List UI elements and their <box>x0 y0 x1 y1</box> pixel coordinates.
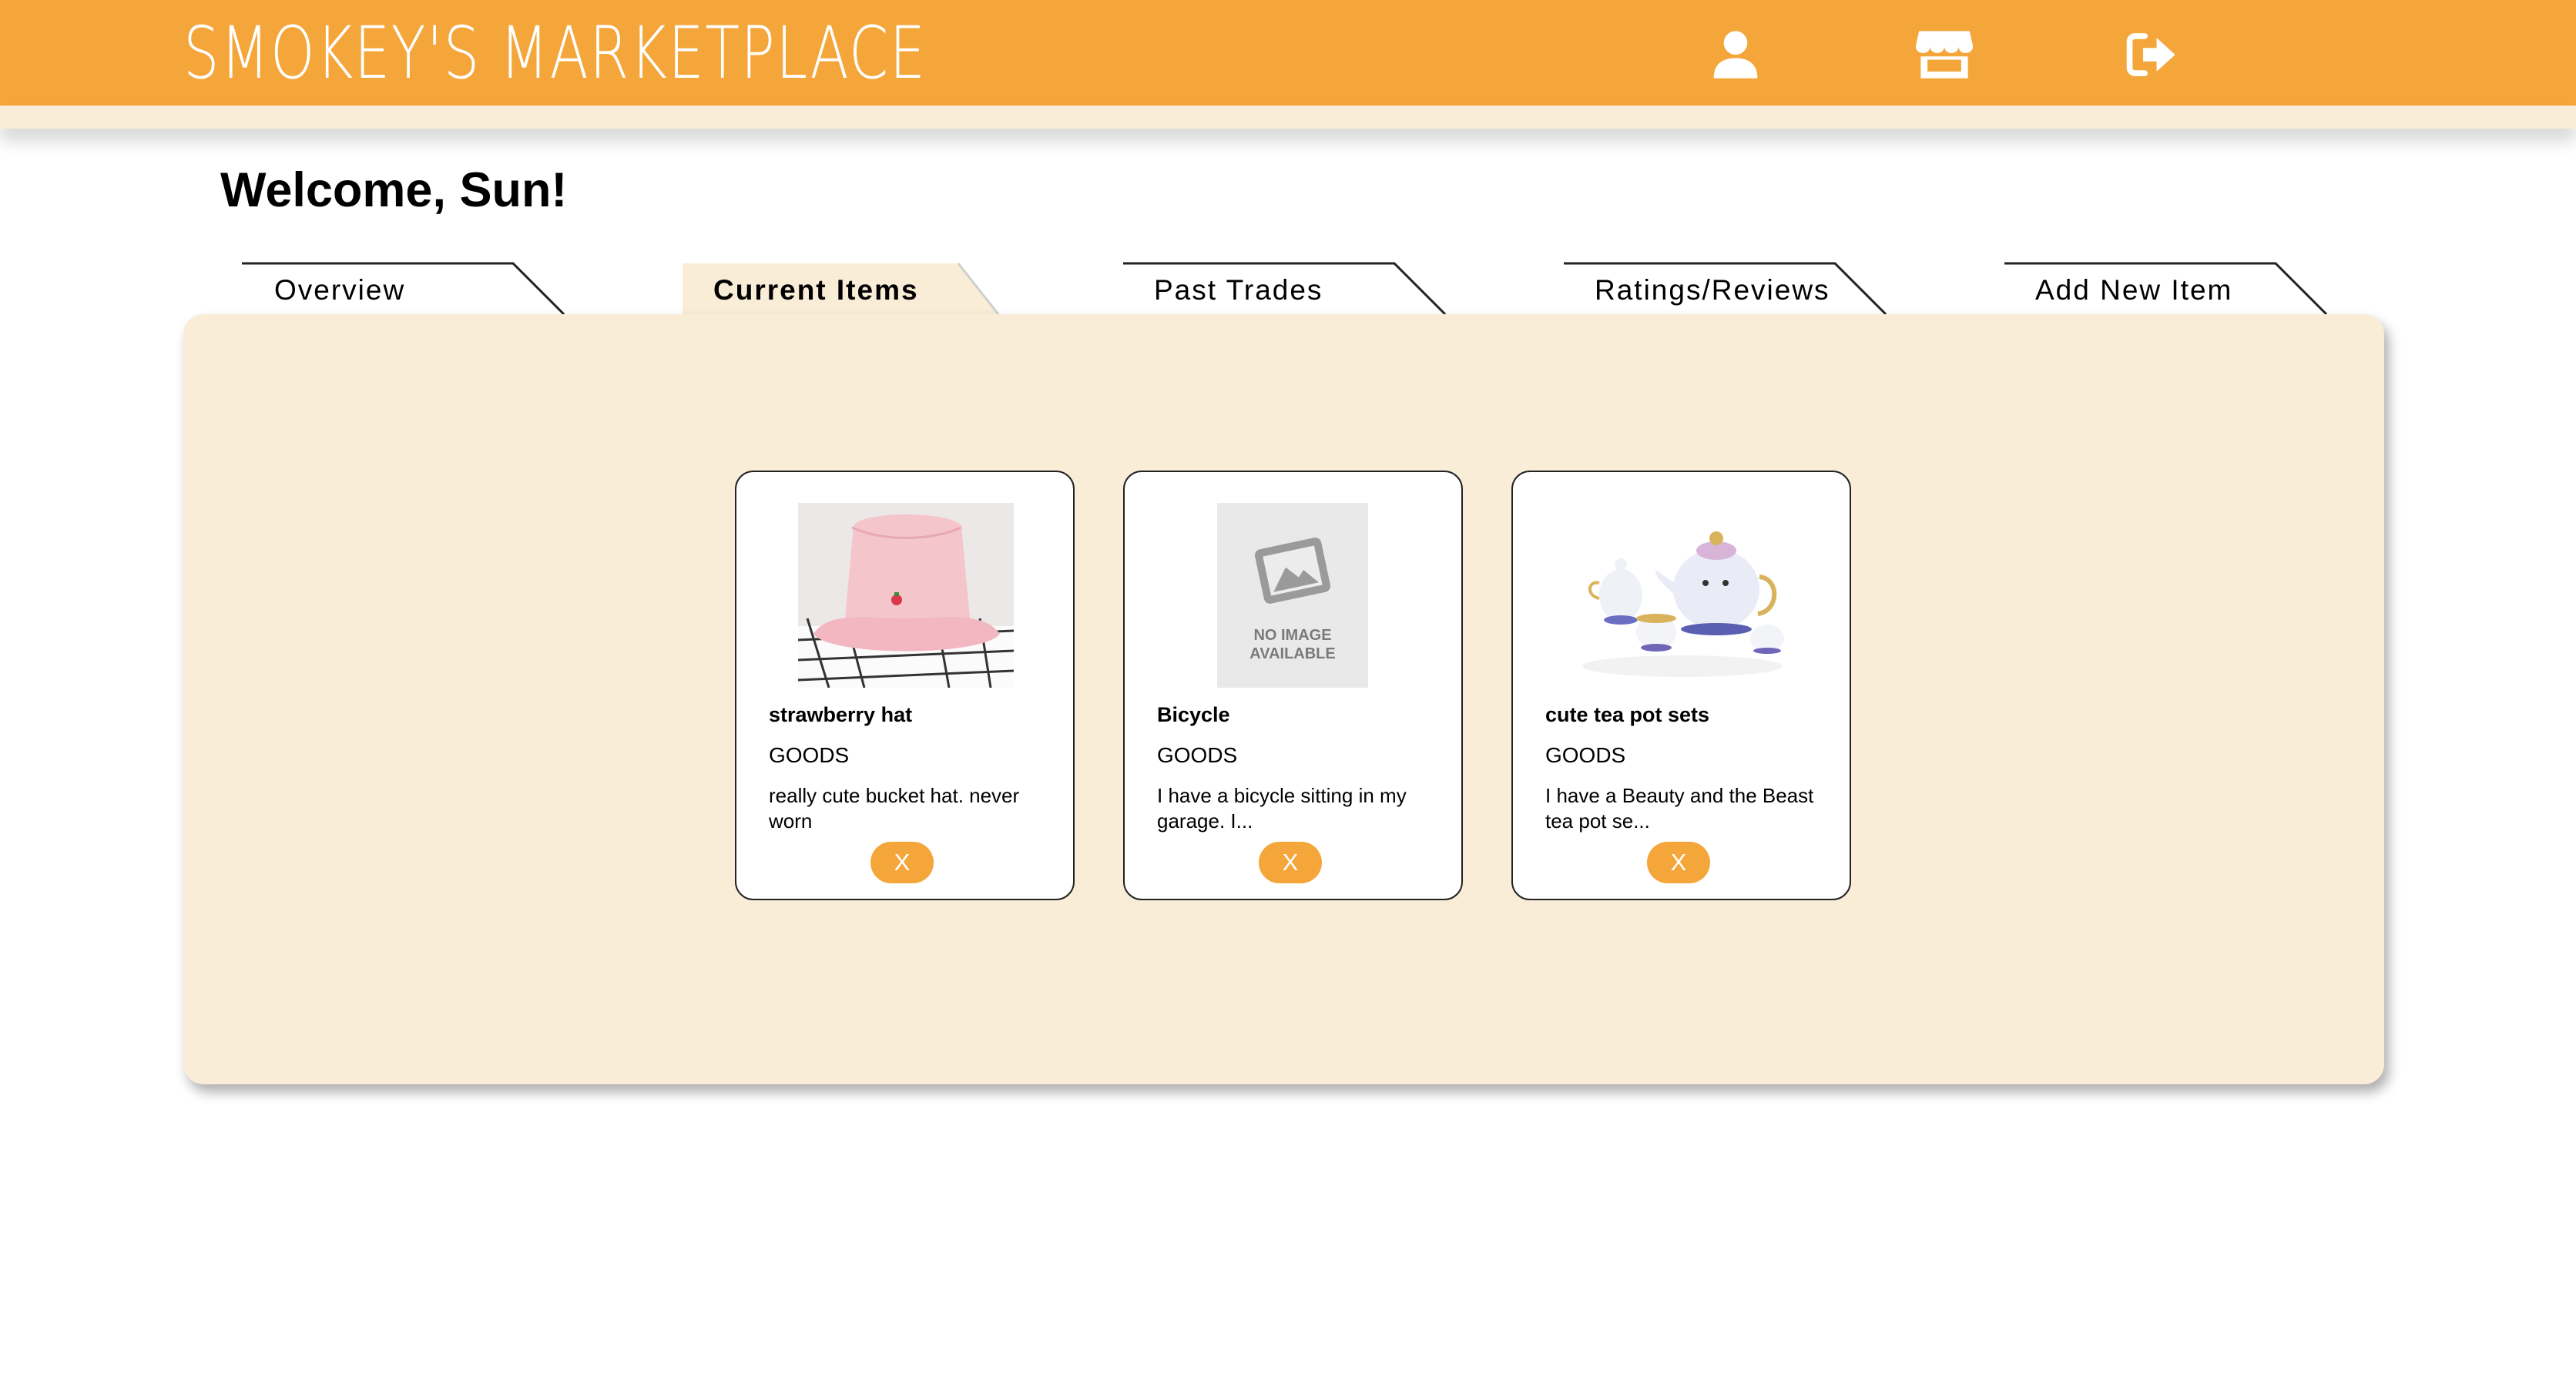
tab-overview[interactable]: Overview <box>242 262 565 316</box>
tab-label: Ratings/Reviews <box>1595 274 1830 306</box>
pink-bucket-hat-image <box>798 503 1014 688</box>
welcome-heading: Welcome, Sun! <box>220 163 568 217</box>
remove-item-button[interactable]: X <box>1259 842 1322 883</box>
store-icon[interactable] <box>1914 28 1975 82</box>
remove-item-button[interactable]: X <box>870 842 934 883</box>
tab-current-items[interactable]: Current Items <box>683 262 1000 316</box>
remove-item-button[interactable]: X <box>1647 842 1710 883</box>
item-card[interactable]: strawberry hat GOODS really cute bucket … <box>735 471 1075 900</box>
teapot-set-image <box>1567 503 1798 688</box>
tab-label: Add New Item <box>2035 274 2233 306</box>
item-description: I have a bicycle sitting in my garage. I… <box>1157 784 1407 833</box>
item-card[interactable]: cute tea pot sets GOODS I have a Beauty … <box>1511 471 1851 900</box>
item-category: GOODS <box>769 743 850 767</box>
placeholder-text: AVAILABLE <box>1249 645 1335 662</box>
tab-label: Past Trades <box>1154 274 1323 306</box>
item-title: cute tea pot sets <box>1545 703 1710 726</box>
item-title: Bicycle <box>1157 703 1230 726</box>
tab-label: Overview <box>274 274 406 306</box>
tab-add-new-item[interactable]: Add New Item <box>2004 262 2328 316</box>
item-category: GOODS <box>1545 743 1626 767</box>
tab-past-trades[interactable]: Past Trades <box>1123 262 1447 316</box>
sign-out-icon[interactable] <box>2125 28 2179 82</box>
placeholder-text: NO IMAGE <box>1253 627 1331 644</box>
tab-label: Current Items <box>713 274 919 306</box>
item-category: GOODS <box>1157 743 1238 767</box>
item-description: I have a Beauty and the Beast tea pot se… <box>1545 784 1814 833</box>
top-nav-shadow-bar <box>0 106 2576 129</box>
tab-ratings-reviews[interactable]: Ratings/Reviews <box>1564 262 1887 316</box>
brand-logo[interactable]: SMOKEY'S MARKETPLACE <box>183 15 927 92</box>
no-image-placeholder: NO IMAGE AVAILABLE <box>1217 503 1368 688</box>
item-card[interactable]: NO IMAGE AVAILABLE Bicycle GOODS I have … <box>1123 471 1463 900</box>
item-title: strawberry hat <box>769 703 913 726</box>
user-icon[interactable] <box>1709 28 1763 82</box>
item-description: really cute bucket hat. never worn <box>769 784 1020 833</box>
